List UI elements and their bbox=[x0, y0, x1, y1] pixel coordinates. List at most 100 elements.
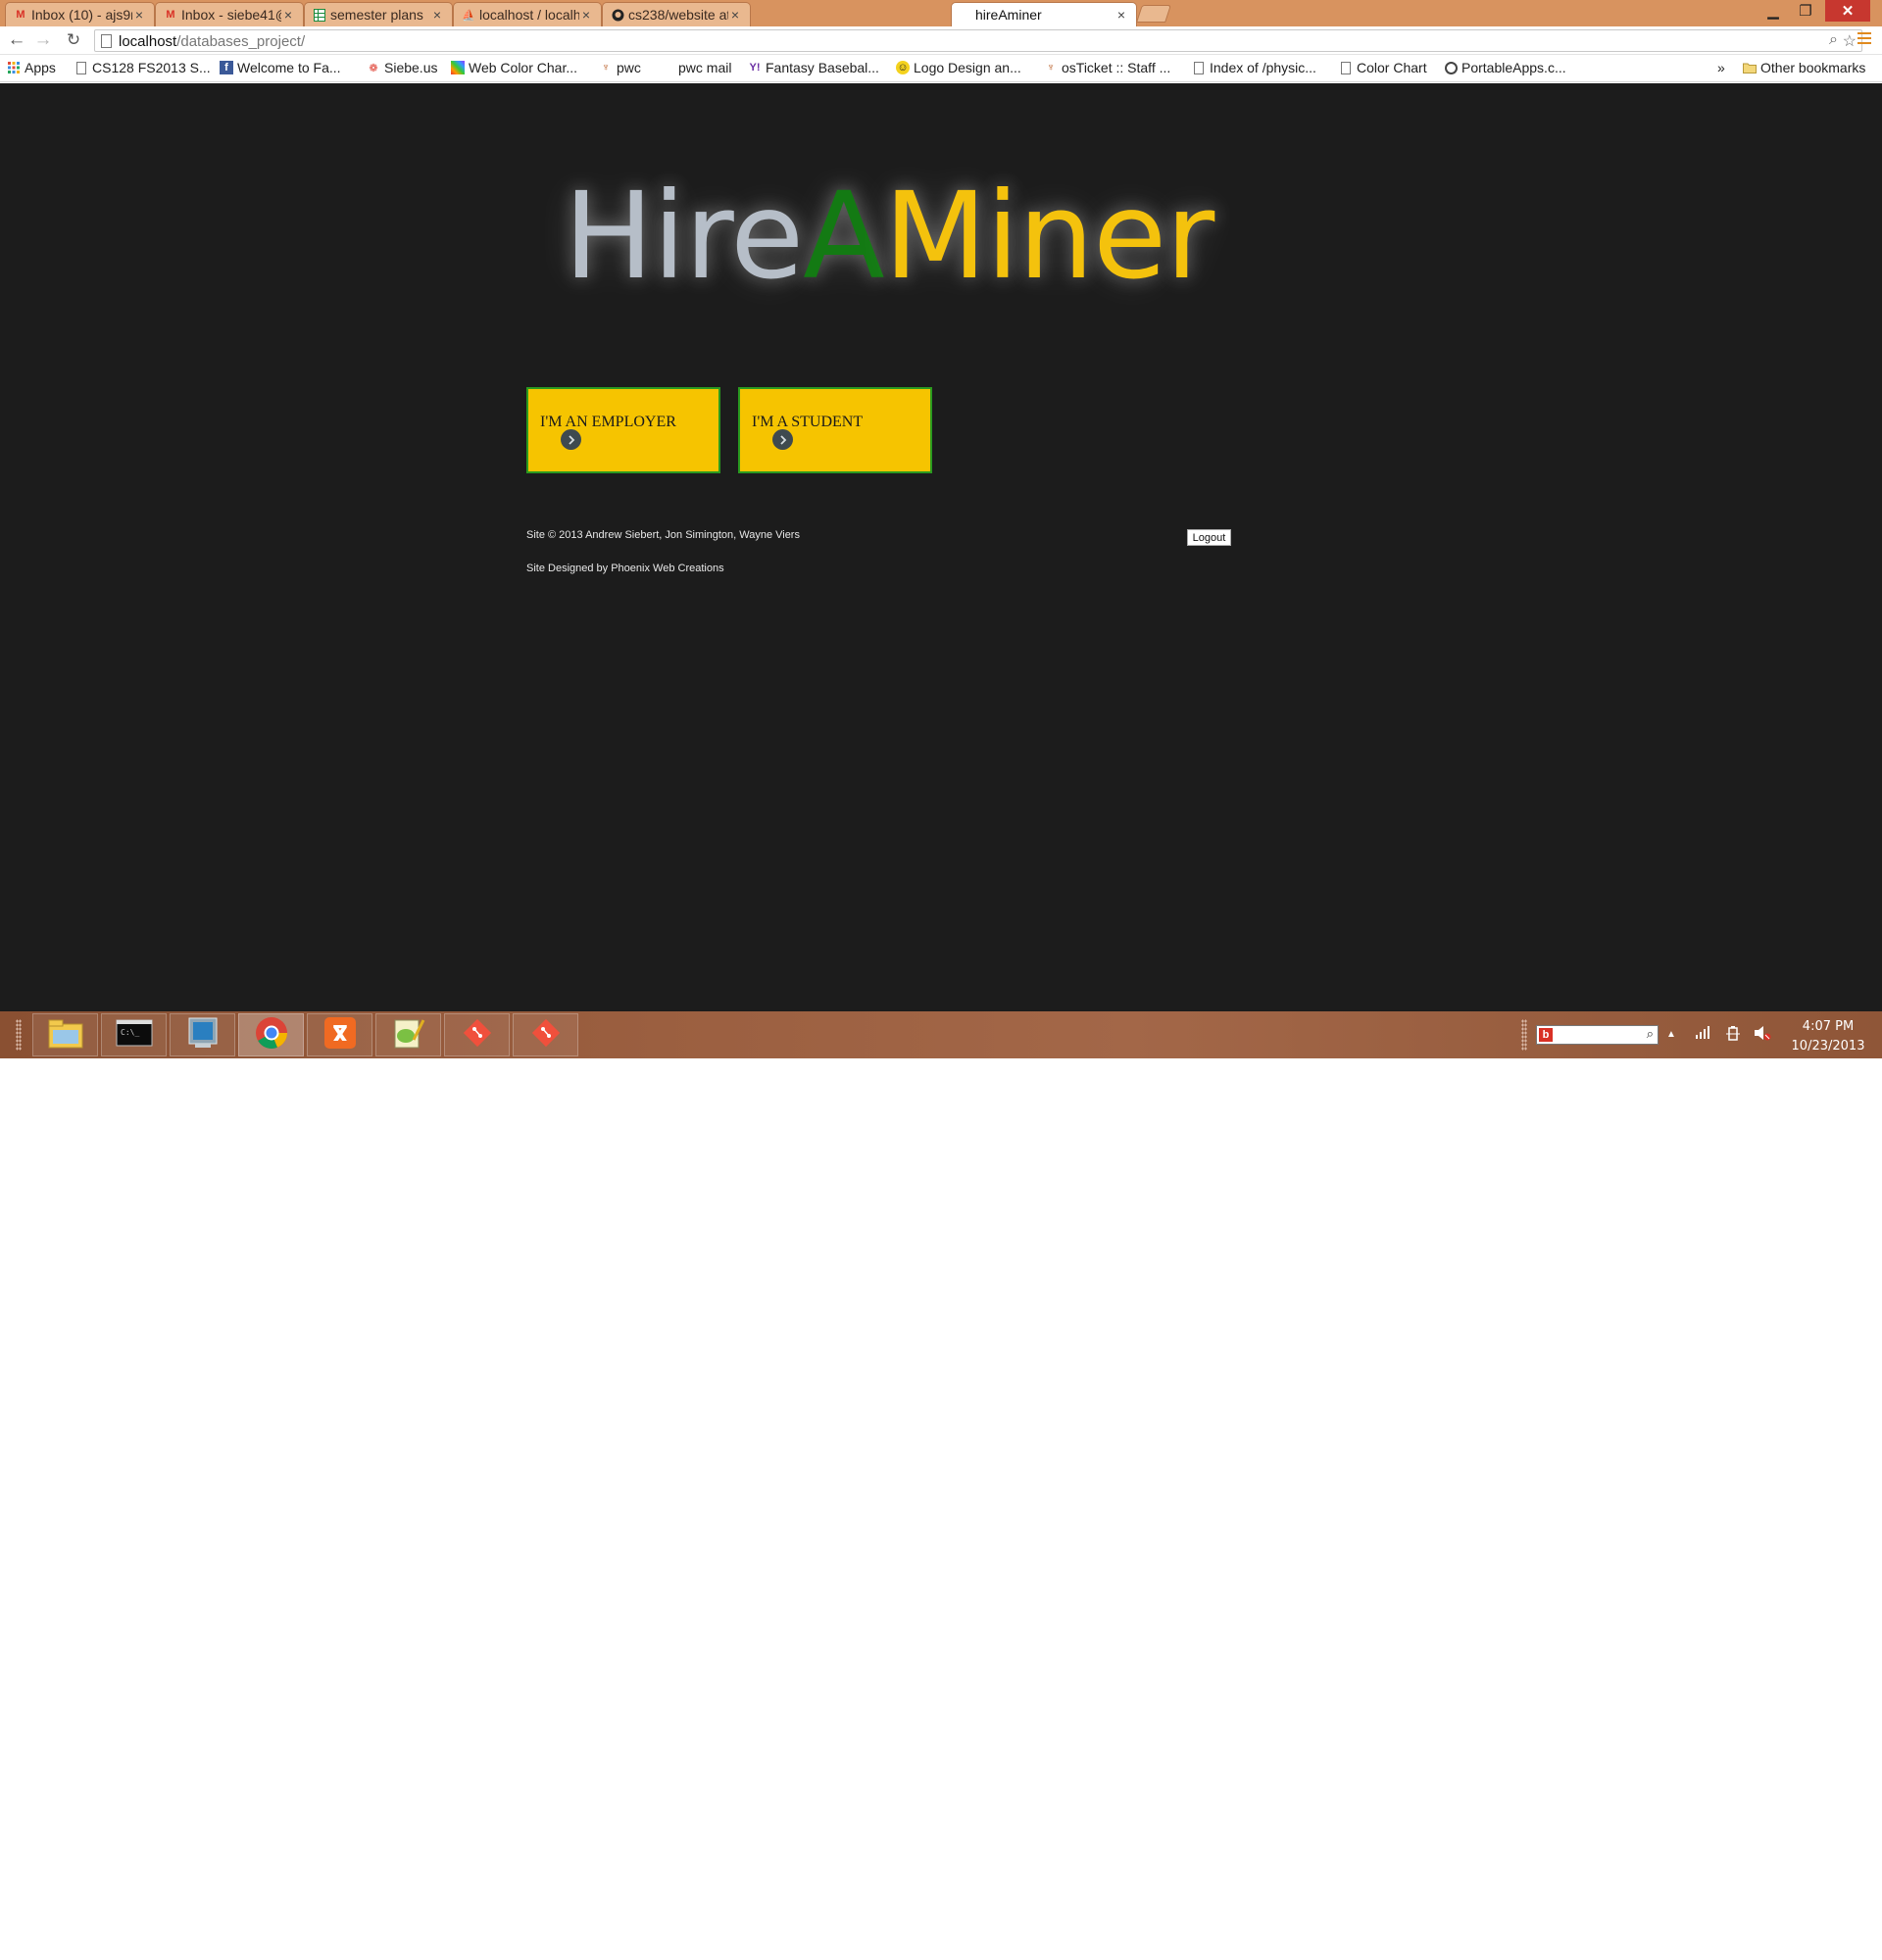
volume-muted-icon[interactable] bbox=[1754, 1025, 1771, 1044]
search-icon[interactable]: ⌕ bbox=[1829, 31, 1838, 49]
yahoo-icon: Y! bbox=[749, 62, 761, 74]
git-icon bbox=[461, 1016, 494, 1054]
arrow-right-circle-icon bbox=[772, 429, 793, 450]
taskbar-command-prompt[interactable]: C:\_ bbox=[101, 1013, 167, 1056]
clock-time: 4:07 PM bbox=[1802, 1019, 1855, 1034]
logo-part-a: A bbox=[803, 167, 884, 306]
bookmark-pwc-mail[interactable]: pwc mail bbox=[678, 60, 731, 75]
taskbar-git-2[interactable] bbox=[513, 1013, 578, 1056]
close-icon[interactable]: × bbox=[430, 7, 444, 23]
tab-title: Inbox (10) - ajs9n7@ bbox=[31, 7, 132, 23]
employer-label: I'M AN EMPLOYER bbox=[540, 414, 676, 430]
page-icon bbox=[74, 61, 88, 74]
gmail-icon: M bbox=[16, 9, 25, 21]
overflow-label: » bbox=[1717, 60, 1725, 75]
xampp-icon: ⴳ bbox=[323, 1016, 357, 1054]
restore-icon[interactable]: ❐ bbox=[1792, 0, 1819, 22]
show-hidden-icons-icon[interactable]: ▲ bbox=[1666, 1029, 1676, 1040]
close-icon[interactable]: × bbox=[132, 7, 146, 23]
tray-grip[interactable] bbox=[1521, 1019, 1527, 1051]
reload-icon[interactable]: ↻ bbox=[63, 29, 84, 51]
desktop-computer-icon bbox=[184, 1016, 222, 1054]
bookmark-label: Apps bbox=[25, 60, 56, 75]
taskbar-computer[interactable] bbox=[170, 1013, 235, 1056]
bookmark-siebe[interactable]: ❁ Siebe.us bbox=[367, 60, 437, 75]
bookmark-pwc[interactable]: ♆ pwc bbox=[599, 60, 641, 75]
tab-title: semester plans bbox=[330, 7, 423, 23]
bookmark-cs128[interactable]: CS128 FS2013 S... bbox=[74, 60, 211, 75]
other-bookmarks[interactable]: Other bookmarks bbox=[1743, 60, 1865, 75]
taskbar-search-box[interactable]: b ⌕ bbox=[1536, 1025, 1659, 1045]
git-icon bbox=[529, 1016, 563, 1054]
close-icon[interactable]: × bbox=[579, 7, 593, 23]
bookmark-label: PortableApps.c... bbox=[1461, 60, 1566, 75]
close-icon[interactable]: × bbox=[281, 7, 295, 23]
bookmark-apps[interactable]: Apps bbox=[7, 60, 56, 75]
back-arrow-icon[interactable]: ← bbox=[6, 29, 27, 51]
web-page: HireAMiner I'M AN EMPLOYER I'M A STUDENT… bbox=[0, 83, 1882, 1011]
screen: M Inbox (10) - ajs9n7@ × M Inbox - siebe… bbox=[0, 0, 1882, 1058]
spreadsheet-icon bbox=[313, 8, 326, 22]
tab-title: cs238/website at ma bbox=[628, 7, 728, 23]
chrome-menu-icon[interactable] bbox=[1857, 32, 1871, 44]
tab-hireaminer[interactable]: hireAminer × bbox=[951, 2, 1137, 26]
close-icon[interactable]: × bbox=[1114, 7, 1128, 23]
window-close-icon[interactable]: ✕ bbox=[1825, 0, 1870, 22]
tab-title: hireAminer bbox=[975, 7, 1042, 23]
bookmark-label: Logo Design an... bbox=[914, 60, 1021, 75]
phoenix-icon: ♆ bbox=[1046, 62, 1056, 74]
bookmark-label: Color Chart bbox=[1357, 60, 1427, 75]
bookmark-facebook[interactable]: f Welcome to Fa... bbox=[220, 60, 341, 75]
folder-icon bbox=[1743, 61, 1757, 74]
taskbar-notepad-plus-plus[interactable] bbox=[375, 1013, 441, 1056]
tab-inbox-ajs9n7[interactable]: M Inbox (10) - ajs9n7@ × bbox=[5, 2, 155, 26]
bookmark-label: Index of /physic... bbox=[1210, 60, 1316, 75]
taskbar-clock[interactable]: 4:07 PM 10/23/2013 bbox=[1786, 1017, 1870, 1056]
bookmark-label: pwc bbox=[617, 60, 641, 75]
phpmyadmin-icon: ⛵ bbox=[462, 9, 475, 22]
bookmark-color-chart[interactable]: Color Chart bbox=[1339, 60, 1427, 75]
site-logo[interactable]: HireAMiner bbox=[564, 167, 1214, 306]
bookmark-star-icon[interactable]: ☆ bbox=[1843, 31, 1857, 51]
bookmark-label: Fantasy Basebal... bbox=[766, 60, 879, 75]
employer-button[interactable]: I'M AN EMPLOYER bbox=[526, 387, 720, 473]
forward-arrow-icon[interactable]: → bbox=[32, 29, 54, 51]
bookmark-portableapps[interactable]: PortableApps.c... bbox=[1444, 60, 1566, 75]
close-icon[interactable]: × bbox=[728, 7, 742, 23]
taskbar-file-explorer[interactable] bbox=[32, 1013, 98, 1056]
bookmarks-bar: Apps CS128 FS2013 S... f Welcome to Fa..… bbox=[0, 55, 1882, 82]
page-icon bbox=[101, 34, 112, 48]
bookmark-index-physics[interactable]: Index of /physic... bbox=[1192, 60, 1316, 75]
address-bar[interactable]: localhost/databases_project/ ⌕ ☆ bbox=[94, 29, 1862, 52]
minimize-icon[interactable]: ▁ bbox=[1759, 0, 1787, 22]
github-icon bbox=[611, 8, 624, 22]
student-button[interactable]: I'M A STUDENT bbox=[738, 387, 932, 473]
bookmark-logo-design[interactable]: ☺ Logo Design an... bbox=[896, 60, 1021, 75]
bookmarks-overflow-chevron[interactable]: » bbox=[1717, 60, 1725, 75]
bookmark-fantasy-baseball[interactable]: Y! Fantasy Basebal... bbox=[748, 60, 879, 75]
bookmark-web-color-chart[interactable]: Web Color Char... bbox=[451, 60, 577, 75]
bing-icon: b bbox=[1539, 1028, 1553, 1042]
bookmark-label: Siebe.us bbox=[384, 60, 438, 75]
tab-localhost-phpmyadmin[interactable]: ⛵ localhost / localhost × bbox=[453, 2, 602, 26]
taskbar-xampp[interactable]: ⴳ bbox=[307, 1013, 372, 1056]
taskbar-git-1[interactable] bbox=[444, 1013, 510, 1056]
logout-button[interactable]: Logout bbox=[1187, 529, 1231, 546]
phoenix-icon: ♆ bbox=[601, 62, 611, 74]
bookmark-label: Web Color Char... bbox=[469, 60, 578, 75]
new-tab-button[interactable] bbox=[1136, 5, 1171, 23]
search-icon[interactable]: ⌕ bbox=[1647, 1026, 1654, 1042]
facebook-icon: f bbox=[220, 61, 233, 74]
taskbar-chrome[interactable] bbox=[238, 1013, 304, 1056]
tab-semester-plans[interactable]: semester plans × bbox=[304, 2, 453, 26]
svg-text:ⴳ: ⴳ bbox=[332, 1022, 348, 1047]
command-prompt-icon: C:\_ bbox=[116, 1018, 153, 1053]
arrow-right-circle-icon bbox=[561, 429, 581, 450]
tab-inbox-siebe41[interactable]: M Inbox - siebe41@gm × bbox=[155, 2, 304, 26]
tab-github-cs238[interactable]: cs238/website at ma × bbox=[602, 2, 751, 26]
notepad-plus-plus-icon bbox=[392, 1016, 425, 1054]
power-battery-icon[interactable] bbox=[1725, 1025, 1741, 1044]
network-signal-icon[interactable] bbox=[1695, 1025, 1710, 1042]
taskbar-grip[interactable] bbox=[16, 1019, 22, 1051]
bookmark-osticket[interactable]: ♆ osTicket :: Staff ... bbox=[1044, 60, 1170, 75]
